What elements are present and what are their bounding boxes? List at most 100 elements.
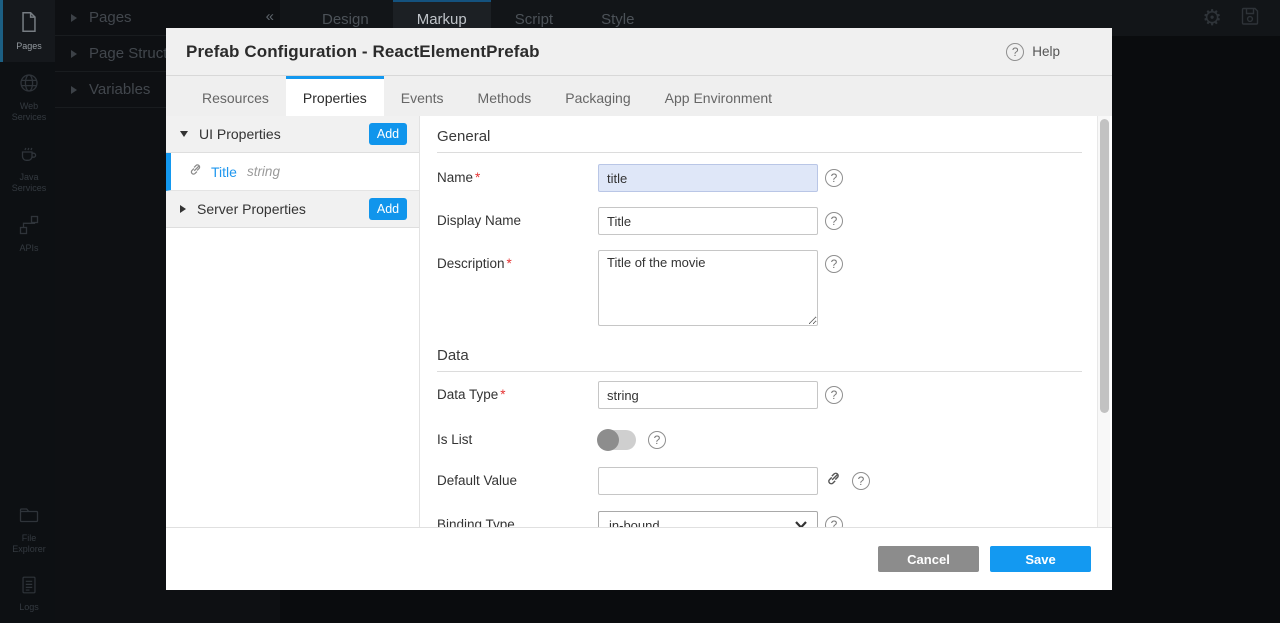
save-disk-icon[interactable]	[1238, 4, 1262, 33]
file-explorer-icon	[17, 503, 41, 530]
group-server-properties[interactable]: Server Properties Add	[166, 191, 419, 228]
rail-item-label: Pages	[16, 41, 42, 52]
description-textarea[interactable]: Title of the movie	[598, 250, 818, 326]
required-asterisk: *	[500, 387, 505, 402]
rail-spacer	[0, 264, 55, 494]
field-label: Display Name	[437, 207, 598, 228]
settings-gear-icon[interactable]: ⚙	[1202, 7, 1222, 29]
app-window: Pages Web Services Java Services APIs Fi…	[0, 0, 1280, 623]
field-description: Description* Title of the movie ?	[437, 250, 1082, 331]
add-ui-property-button[interactable]: Add	[369, 123, 407, 145]
property-item-title[interactable]: Title string	[166, 153, 419, 191]
field-label: Name*	[437, 164, 598, 185]
rail-item-file-explorer[interactable]: File Explorer	[0, 494, 55, 565]
field-default-value: Default Value ?	[437, 467, 1082, 495]
tab-resources[interactable]: Resources	[185, 76, 286, 116]
group-ui-properties[interactable]: UI Properties Add	[166, 116, 419, 153]
dialog-footer: Cancel Save	[166, 527, 1112, 590]
group-label: Server Properties	[197, 201, 306, 217]
help-label: Help	[1032, 44, 1060, 59]
field-label: Data Type*	[437, 381, 598, 402]
help-icon[interactable]: ?	[825, 386, 843, 404]
caret-right-icon	[180, 205, 186, 213]
logs-icon	[18, 574, 40, 599]
cancel-button[interactable]: Cancel	[878, 546, 979, 572]
prefab-config-dialog: Prefab Configuration - ReactElementPrefa…	[166, 28, 1112, 590]
data-type-input[interactable]	[598, 381, 818, 409]
binding-type-value: in-bound	[609, 518, 660, 528]
field-data-type: Data Type* ?	[437, 381, 1082, 409]
bind-link-icon	[188, 162, 203, 182]
help-icon[interactable]: ?	[825, 169, 843, 187]
rail-item-apis[interactable]: APIs	[0, 204, 55, 264]
tab-events[interactable]: Events	[384, 76, 461, 116]
field-label: Is List	[437, 426, 598, 447]
java-services-icon	[17, 142, 41, 169]
toggle-knob	[597, 429, 619, 451]
property-type: string	[247, 164, 280, 179]
rail-item-logs[interactable]: Logs	[0, 565, 55, 623]
chevron-down-icon	[795, 521, 807, 527]
help-icon[interactable]: ?	[852, 472, 870, 490]
dialog-scrollbar-thumb[interactable]	[1100, 119, 1109, 413]
dialog-tabs: Resources Properties Events Methods Pack…	[166, 76, 1112, 116]
tab-properties[interactable]: Properties	[286, 76, 384, 116]
web-services-icon	[17, 71, 41, 98]
left-icon-rail: Pages Web Services Java Services APIs Fi…	[0, 0, 55, 623]
default-value-input[interactable]	[598, 467, 818, 495]
chevron-right-icon	[71, 50, 77, 58]
help-icon[interactable]: ?	[825, 255, 843, 273]
property-form: General Name* ? Display Name ? Descripti…	[420, 116, 1112, 527]
field-is-list: Is List ?	[437, 426, 1082, 450]
help-icon[interactable]: ?	[648, 431, 666, 449]
rail-item-label: Java Services	[5, 172, 53, 194]
collapse-panel-icon[interactable]: «	[266, 8, 274, 25]
caret-down-icon	[180, 131, 188, 137]
add-server-property-button[interactable]: Add	[369, 198, 407, 220]
topbar-actions: ⚙	[1202, 0, 1280, 36]
chevron-right-icon	[71, 86, 77, 94]
group-label: UI Properties	[199, 126, 281, 142]
section-general-title: General	[437, 128, 1082, 153]
rail-item-pages[interactable]: Pages	[0, 0, 55, 62]
field-label: Default Value	[437, 467, 598, 488]
rail-item-label: File Explorer	[5, 533, 53, 555]
chevron-right-icon	[71, 14, 77, 22]
tab-packaging[interactable]: Packaging	[548, 76, 647, 116]
dialog-title: Prefab Configuration - ReactElementPrefa…	[186, 42, 540, 62]
rail-item-label: Web Services	[5, 101, 53, 123]
dialog-body: UI Properties Add Title string Server Pr…	[166, 116, 1112, 527]
help-icon[interactable]: ?	[825, 516, 843, 527]
is-list-toggle[interactable]	[598, 430, 636, 450]
rail-item-web-services[interactable]: Web Services	[0, 62, 55, 133]
properties-list-panel: UI Properties Add Title string Server Pr…	[166, 116, 420, 527]
field-display-name: Display Name ?	[437, 207, 1082, 235]
dialog-header: Prefab Configuration - ReactElementPrefa…	[166, 28, 1112, 76]
rail-item-label: Logs	[19, 602, 39, 613]
rail-item-java-services[interactable]: Java Services	[0, 133, 55, 204]
bind-link-icon[interactable]	[825, 470, 842, 492]
display-name-input[interactable]	[598, 207, 818, 235]
rail-item-label: APIs	[19, 243, 38, 254]
property-name: Title	[211, 164, 237, 180]
field-name: Name* ?	[437, 164, 1082, 192]
section-data-title: Data	[437, 347, 1082, 372]
field-label: Binding Type	[437, 511, 598, 527]
dialog-scrollbar-track	[1097, 116, 1110, 527]
field-label: Description*	[437, 250, 598, 271]
save-button[interactable]: Save	[990, 546, 1091, 572]
binding-type-select[interactable]: in-bound	[598, 511, 818, 527]
required-asterisk: *	[507, 256, 512, 271]
help-icon: ?	[1006, 43, 1024, 61]
field-binding-type: Binding Type in-bound ?	[437, 511, 1082, 527]
name-input[interactable]	[598, 164, 818, 192]
help-icon[interactable]: ?	[825, 212, 843, 230]
panel-item-label: Pages	[89, 9, 132, 26]
pages-icon	[16, 9, 42, 38]
panel-item-label: Variables	[89, 81, 150, 98]
required-asterisk: *	[475, 170, 480, 185]
help-button[interactable]: ? Help	[1006, 43, 1060, 61]
apis-icon	[17, 213, 41, 240]
tab-methods[interactable]: Methods	[461, 76, 549, 116]
tab-app-environment[interactable]: App Environment	[648, 76, 789, 116]
